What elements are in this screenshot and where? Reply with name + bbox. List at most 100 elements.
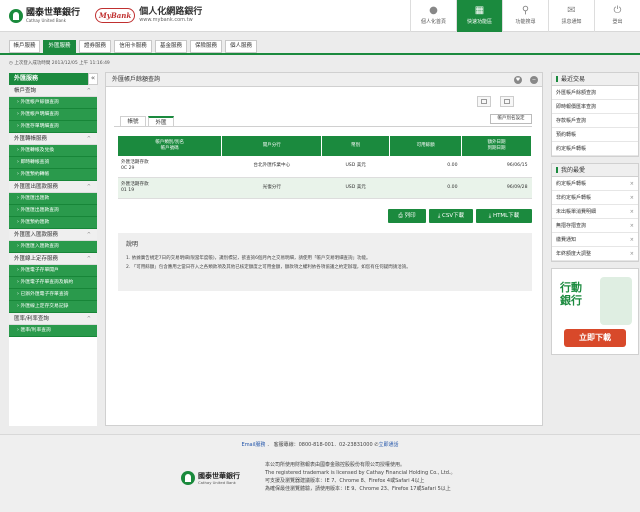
nav-function-search[interactable]: ⚲ 功能搜尋 [502, 0, 548, 32]
recent-item[interactable]: 預約轉帳 [552, 128, 638, 142]
account-cell[interactable]: 外匯活期存款 01 19 [118, 177, 222, 199]
download-now-button[interactable]: 立即下載 [564, 329, 626, 347]
favorite-item[interactable]: 無摺存摺查詢 × [552, 219, 638, 233]
footer-line: 可支援及瀏覽器建議版本：IE 7、Chrome 8、Firefox 4或Safa… [265, 478, 425, 484]
favorite-label: 無摺存摺查詢 [556, 223, 587, 229]
hotline: 客服專線：0800-818-001．02-23831000 [273, 442, 373, 448]
recent-item[interactable]: 存款帳戶查詢 [552, 114, 638, 128]
recent-item[interactable]: 即時報價匯率查詢 [552, 100, 638, 114]
sidebar-collapse-button[interactable]: « [88, 73, 98, 85]
grid-view-button[interactable] [500, 96, 514, 107]
favorite-item[interactable]: 約定帳戶轉帳 × [552, 177, 638, 191]
recent-item[interactable]: 外匯帳戶餘額查詢 [552, 86, 638, 100]
sidebar-item[interactable]: › 已辦外匯電子存單查詢 [9, 289, 97, 301]
sidebar-item[interactable]: › 外匯預約匯款 [9, 217, 97, 229]
item-label: 外匯帳戶餘額查詢 [20, 100, 59, 105]
csv-label: CSV下載 [442, 213, 465, 219]
html-download-button[interactable]: ⤓ HTML下載 [476, 209, 532, 223]
sidebar-item[interactable]: › 外匯線上定存交易記錄 [9, 301, 97, 313]
recent-label: 最近交易 [561, 76, 586, 83]
sidebar-section[interactable]: 外匯轉帳服務 ^ [9, 133, 97, 145]
item-label: 外匯線上定存交易記錄 [20, 304, 69, 309]
footer-contact: Email服務 ． 客服專線：0800-818-001．02-23831000 … [241, 442, 399, 448]
sidebar-section[interactable]: 外匯匯入匯款服務 ^ [9, 229, 97, 241]
balance-table: 帳戶類別/別名 帳戶號碼 開戶分行 幣別 可用餘額 額外日期 到期日期 外匯活期… [118, 136, 532, 199]
sidebar-item[interactable]: › 外匯電子存單查詢及解約 [9, 277, 97, 289]
close-icon[interactable]: × [630, 191, 634, 205]
list-view-button[interactable] [477, 96, 491, 107]
sidebar-section[interactable]: 外匯線上定存服務 ^ [9, 253, 97, 265]
mobile-banking-ad[interactable]: 行動 銀行 立即下載 [551, 268, 639, 355]
heart-icon[interactable]: ♥ [514, 76, 522, 84]
sidebar-section[interactable]: 帳戶查詢 ^ [9, 85, 97, 97]
nav-label: 快速功能區 [466, 19, 492, 25]
phone-illustration-icon [600, 277, 632, 325]
col-currency: 幣別 [321, 136, 391, 156]
mybank-badge: MyBank [95, 7, 136, 23]
print-button[interactable]: ⎙ 列印 [388, 209, 426, 223]
tab-securities[interactable]: 證券服務 [79, 40, 111, 53]
close-icon[interactable]: × [630, 177, 634, 191]
sidebar-item[interactable]: › 外匯電子存單開戶 [9, 265, 97, 277]
sidebar-item[interactable]: › 外匯帳戶明細查詢 [9, 109, 97, 121]
sidebar-item[interactable]: › 匯率/利率查詢 [9, 325, 97, 337]
sidebar-section[interactable]: 匯率/利率查詢 ^ [9, 313, 97, 325]
sidebar-item[interactable]: › 外匯存單明細查詢 [9, 121, 97, 133]
tab-credit-card[interactable]: 信用卡服務 [114, 40, 152, 53]
nav-messages[interactable]: ✉ 訊息通知 [548, 0, 594, 32]
recent-item[interactable]: 約定帳戶轉帳 [552, 142, 638, 156]
table-row: 外匯活期存款 01 19 光復分行 USD 美元 0.00 96/09/28 [118, 177, 532, 199]
person-icon: ● [429, 5, 438, 16]
nav-quick-functions[interactable]: ▦ 快速功能區 [456, 0, 502, 32]
favorite-label: 年終額度大調整 [556, 251, 592, 257]
tab-account[interactable]: 帳戶服務 [9, 40, 40, 53]
mail-icon: ✉ [567, 5, 576, 16]
sidebar-item[interactable]: › 外匯轉帳及兌換 [9, 145, 97, 157]
close-icon[interactable]: × [630, 219, 634, 233]
sidebar-section[interactable]: 外匯匯出匯款服務 ^ [9, 181, 97, 193]
nav-logout[interactable]: ⏻ 登出 [594, 0, 640, 32]
favorite-label: 繳費通知 [556, 237, 577, 243]
item-label: 即時轉帳查詢 [20, 160, 50, 165]
tab-fund[interactable]: 基金服務 [155, 40, 187, 53]
recent-transactions: 最近交易 外匯帳戶餘額查詢 即時報價匯率查詢 存款帳戶查詢 預約轉帳 約定帳戶轉… [551, 72, 639, 157]
tab-insurance[interactable]: 保險服務 [190, 40, 222, 53]
account-cell[interactable]: 外匯活期存款 0C 29 [118, 156, 222, 178]
nav-label: 個人化首頁 [420, 19, 446, 25]
minus-icon[interactable]: − [530, 76, 538, 84]
favorite-item[interactable]: 未出帳單消費明細 × [552, 205, 638, 219]
favorite-item[interactable]: 繳費通知 × [552, 233, 638, 247]
sidebar-item[interactable]: › 外匯匯出匯款 [9, 193, 97, 205]
tab-personal[interactable]: 個人服務 [225, 40, 257, 53]
mybank-logo[interactable]: MyBank 個人化網路銀行 www.mybank.com.tw [95, 7, 202, 23]
favorite-item[interactable]: 非約定帳戶轉帳 × [552, 191, 638, 205]
email-link[interactable]: Email服務 [242, 442, 266, 448]
list-icon [481, 99, 487, 104]
account-alias-button[interactable]: 帳戶別名設定 [490, 114, 532, 124]
tab-forex[interactable]: 外匯服務 [43, 40, 76, 53]
service-tabs: 帳戶服務 外匯服務 證券服務 信用卡服務 基金服務 保險服務 個人服務 [0, 40, 640, 53]
sidebar-item[interactable]: › 外匯帳戶餘額查詢 [9, 97, 97, 109]
page-title: 外匯帳戶餘額查詢 [112, 76, 161, 83]
close-icon[interactable]: × [630, 247, 634, 261]
footer-line: 為確保最佳瀏覽體驗，請使用版本：IE 9、Chrome 23、Firefox 1… [265, 486, 451, 492]
nav-personal-home[interactable]: ● 個人化首頁 [410, 0, 456, 32]
call-now-link[interactable]: 立即通話 [378, 442, 398, 448]
close-icon[interactable]: × [630, 205, 634, 219]
search-icon: ⚲ [521, 5, 530, 16]
sidebar-item[interactable]: › 外匯匯出匯款查詢 [9, 205, 97, 217]
cathay-logo[interactable]: 國泰世華銀行 Cathay United Bank [9, 8, 80, 23]
sidebar-item[interactable]: › 外匯匯入匯款查詢 [9, 241, 97, 253]
section-label: 匯率/利率查詢 [14, 316, 49, 322]
csv-download-button[interactable]: ⤓ CSV下載 [429, 209, 473, 223]
favorite-item[interactable]: 年終額度大調整 × [552, 247, 638, 261]
close-icon[interactable]: × [630, 233, 634, 247]
item-label: 外匯電子存單查詢及解約 [20, 280, 74, 285]
account-number: 0C 29 [121, 166, 135, 172]
sidebar-item[interactable]: › 外匯預約轉帳 [9, 169, 97, 181]
recent-title: 最近交易 [552, 73, 638, 86]
tree-logo-icon [9, 8, 23, 23]
section-label: 外匯匯入匯款服務 [14, 232, 59, 238]
site-title: 個人化網路銀行 [139, 7, 203, 17]
sidebar-item[interactable]: › 即時轉帳查詢 [9, 157, 97, 169]
